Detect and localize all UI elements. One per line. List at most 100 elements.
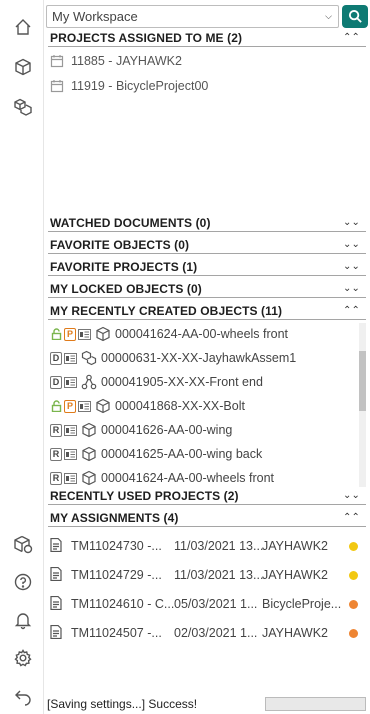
settings-icon[interactable] xyxy=(12,647,34,669)
status-bar: [Saving settings...] Success! xyxy=(44,694,370,714)
list-item[interactable]: D 00000631-XX-XX-JayhawkAssem1 xyxy=(50,348,296,368)
cube-icon xyxy=(94,325,112,343)
collapse-icon[interactable]: ⌃⌃ xyxy=(343,32,360,43)
list-item[interactable]: R 000041625-AA-00-wing back xyxy=(50,444,262,464)
main-panel: My Workspace ⌵ PROJECTS ASSIGNED TO ME (… xyxy=(44,0,370,714)
calendar-icon xyxy=(50,54,64,68)
status-dot xyxy=(349,629,358,638)
status-badge: R xyxy=(50,447,62,461)
assignment-id: TM11024730 -... xyxy=(71,539,162,553)
list-item[interactable]: P 000041868-XX-XX-Bolt xyxy=(50,396,245,416)
assignment-row[interactable]: TM11024610 - C... 05/03/2021 1... Bicycl… xyxy=(50,594,366,614)
left-nav-bar xyxy=(0,0,44,714)
cube-icon[interactable] xyxy=(12,56,34,78)
project-item[interactable]: 11919 - BicycleProject00 xyxy=(50,77,208,95)
status-badge: P xyxy=(64,399,76,413)
section-title: FAVORITE PROJECTS (1) xyxy=(50,259,198,274)
project-label: 11885 - JAYHAWK2 xyxy=(71,54,182,68)
section-header-favorite-objects[interactable]: FAVORITE OBJECTS (0) ⌄⌄ xyxy=(48,236,366,254)
assignment-id: TM11024507 -... xyxy=(71,626,162,640)
lock-icon xyxy=(50,328,62,341)
list-item[interactable]: D 000041905-XX-XX-Front end xyxy=(50,372,263,392)
expand-icon[interactable]: ⌄⌄ xyxy=(343,490,360,501)
document-icon xyxy=(64,352,77,364)
assignment-row[interactable]: TM11024730 -... 11/03/2021 13... JAYHAWK… xyxy=(50,536,366,556)
project-item[interactable]: 11885 - JAYHAWK2 xyxy=(50,52,182,70)
document-icon xyxy=(64,472,77,484)
assignment-date: 05/03/2021 1... xyxy=(174,597,258,611)
assignment-date: 11/03/2021 13... xyxy=(174,539,264,553)
logout-icon[interactable] xyxy=(12,685,34,707)
assignment-project: JAYHAWK2 xyxy=(262,568,328,582)
object-label: 000041626-AA-00-wing xyxy=(101,423,233,437)
status-badge: R xyxy=(50,471,62,485)
list-item[interactable]: R 000041624-AA-00-wheels front xyxy=(50,468,274,487)
structure-icon xyxy=(80,373,98,391)
workspace-select[interactable]: My Workspace ⌵ xyxy=(46,5,339,28)
document-icon xyxy=(50,566,64,584)
workspace-select-value: My Workspace xyxy=(52,9,138,24)
object-label: 000041624-AA-00-wheels front xyxy=(115,327,289,341)
section-title: FAVORITE OBJECTS (0) xyxy=(50,237,190,252)
collapse-icon[interactable]: ⌃⌃ xyxy=(343,512,360,523)
section-header-projects-assigned[interactable]: PROJECTS ASSIGNED TO ME (2) ⌃⌃ xyxy=(48,29,366,47)
document-icon xyxy=(50,537,64,555)
help-icon[interactable] xyxy=(12,571,34,593)
bell-icon[interactable] xyxy=(12,609,34,631)
section-header-watched-documents[interactable]: WATCHED DOCUMENTS (0) ⌄⌄ xyxy=(48,214,366,232)
recent-objects-list[interactable]: P 000041624-AA-00-wheels front D 0000063… xyxy=(48,323,366,487)
status-dot xyxy=(349,600,358,609)
workspace-toolbar: My Workspace ⌵ xyxy=(46,5,368,28)
list-item[interactable]: P 000041624-AA-00-wheels front xyxy=(50,324,288,344)
assignment-id: TM11024610 - C... xyxy=(71,597,175,611)
assignment-date: 02/03/2021 1... xyxy=(174,626,258,640)
section-header-my-assignments[interactable]: MY ASSIGNMENTS (4) ⌃⌃ xyxy=(48,509,366,527)
scrollbar-thumb[interactable] xyxy=(359,351,366,411)
document-icon xyxy=(64,376,77,388)
search-icon xyxy=(348,9,362,23)
new-object-icon[interactable] xyxy=(12,533,34,555)
calendar-icon xyxy=(50,79,64,93)
search-button[interactable] xyxy=(342,5,368,28)
section-header-recently-created[interactable]: MY RECENTLY CREATED OBJECTS (11) ⌃⌃ xyxy=(48,302,366,320)
status-badge: R xyxy=(50,423,62,437)
cube-icon xyxy=(80,421,98,439)
expand-icon[interactable]: ⌄⌄ xyxy=(343,217,360,228)
object-label: 000041625-AA-00-wing back xyxy=(101,447,263,461)
chevron-down-icon: ⌵ xyxy=(325,11,332,21)
list-item[interactable]: R 000041626-AA-00-wing xyxy=(50,420,232,440)
status-dot xyxy=(349,542,358,551)
object-label: 000041868-XX-XX-Bolt xyxy=(115,399,245,413)
assignment-date: 11/03/2021 13... xyxy=(174,568,264,582)
cube-icon xyxy=(80,469,98,487)
document-icon xyxy=(64,424,77,436)
section-header-favorite-projects[interactable]: FAVORITE PROJECTS (1) ⌄⌄ xyxy=(48,258,366,276)
document-icon xyxy=(64,448,77,460)
section-title: PROJECTS ASSIGNED TO ME (2) xyxy=(50,30,243,45)
assignment-id: TM11024729 -... xyxy=(71,568,162,582)
assignment-row[interactable]: TM11024507 -... 02/03/2021 1... JAYHAWK2 xyxy=(50,623,366,643)
section-title: WATCHED DOCUMENTS (0) xyxy=(50,215,211,230)
project-label: 11919 - BicycleProject00 xyxy=(71,79,209,93)
object-label: 00000631-XX-XX-JayhawkAssem1 xyxy=(101,351,297,365)
assembly-icon xyxy=(80,349,98,367)
collapse-icon[interactable]: ⌃⌃ xyxy=(343,305,360,316)
section-header-recently-used-projects[interactable]: RECENTLY USED PROJECTS (2) ⌄⌄ xyxy=(48,487,366,505)
status-message: [Saving settings...] Success! xyxy=(47,697,198,711)
assignment-project: BicycleProje... xyxy=(262,597,342,611)
assignment-project: JAYHAWK2 xyxy=(262,626,328,640)
cube-icon xyxy=(80,445,98,463)
expand-icon[interactable]: ⌄⌄ xyxy=(343,283,360,294)
document-icon xyxy=(78,328,91,340)
object-label: 000041624-AA-00-wheels front xyxy=(101,471,275,485)
status-badge: D xyxy=(50,351,62,365)
expand-icon[interactable]: ⌄⌄ xyxy=(343,239,360,250)
assignment-row[interactable]: TM11024729 -... 11/03/2021 13... JAYHAWK… xyxy=(50,565,366,585)
section-header-locked-objects[interactable]: MY LOCKED OBJECTS (0) ⌄⌄ xyxy=(48,280,366,298)
object-label: 000041905-XX-XX-Front end xyxy=(101,375,263,389)
assembly-icon[interactable] xyxy=(12,96,34,118)
assignment-project: JAYHAWK2 xyxy=(262,539,328,553)
expand-icon[interactable]: ⌄⌄ xyxy=(343,261,360,272)
home-icon[interactable] xyxy=(12,16,34,38)
section-title: RECENTLY USED PROJECTS (2) xyxy=(50,488,239,503)
